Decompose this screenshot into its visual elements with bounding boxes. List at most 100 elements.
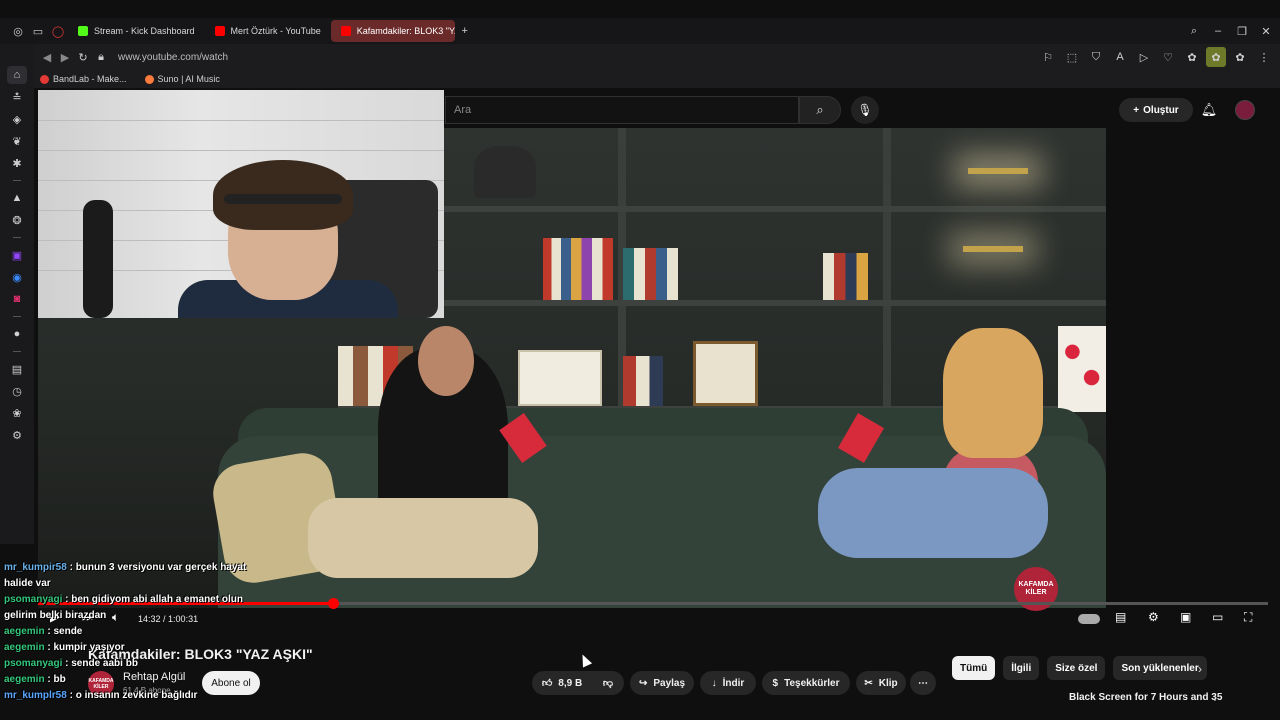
pet-icon[interactable]: ❦ — [7, 132, 27, 150]
books — [623, 248, 678, 300]
aria-icon[interactable]: ▲ — [7, 189, 27, 207]
thanks-icon: $ — [772, 677, 779, 689]
sidebar-divider — [13, 316, 21, 317]
share-icon: ↪ — [638, 677, 648, 689]
extensions-icon[interactable]: ❀ — [7, 404, 27, 422]
instagram-icon[interactable]: ◙ — [7, 290, 27, 308]
dislike-button[interactable]: 👎︎ — [592, 671, 624, 695]
bookmark-icon[interactable]: ⚐ — [1038, 47, 1058, 67]
reload-icon[interactable]: ↻ — [74, 51, 92, 64]
forward-icon[interactable]: ▶ — [56, 51, 74, 64]
guest-legs — [818, 468, 1048, 558]
theater-mode-icon[interactable]: ▭ — [1212, 610, 1223, 624]
bookmark-suno[interactable]: Suno | AI Music — [144, 74, 220, 84]
adblock-icon[interactable]: ⛉ — [1086, 47, 1106, 67]
host-head — [418, 326, 474, 396]
green-extension-icon[interactable]: ✿ — [1206, 47, 1226, 67]
extension-icon[interactable]: ✿ — [1182, 47, 1202, 67]
extension-icon-2[interactable]: ✿ — [1230, 47, 1250, 67]
chat-message: aegemin : kumpir yaşıyor — [4, 642, 125, 653]
more-icon: ⋯ — [918, 677, 928, 689]
microphone-icon: 🎙︎ — [857, 103, 873, 117]
opera-red-icon[interactable]: ◯ — [48, 21, 68, 41]
notifications-button[interactable]: 🔔︎ — [1197, 98, 1221, 122]
search-input[interactable]: Ara — [445, 96, 799, 124]
messenger-icon[interactable]: ◉ — [7, 268, 27, 286]
more-actions-button[interactable]: ⋯ — [910, 671, 936, 695]
chatgpt-icon[interactable]: ❂ — [7, 211, 27, 229]
chat-message: aegemin : bb — [4, 674, 66, 685]
tabs-icon[interactable]: ▤ — [7, 360, 27, 378]
video-menu-icon[interactable]: ⋮ — [1210, 692, 1220, 703]
play-icon[interactable]: ▷ — [1134, 47, 1154, 67]
address-bar-actions: ⚐ ⬚ ⛉ A ▷ ♡ ✿ ✿ ✿ ⋮ — [1038, 47, 1274, 67]
url-field[interactable]: www.youtube.com/watch — [118, 52, 228, 63]
history-icon[interactable]: ◷ — [7, 382, 27, 400]
home-icon[interactable]: ⌂ — [7, 66, 27, 84]
books — [623, 356, 663, 406]
bandlab-icon — [40, 74, 49, 84]
autoplay-toggle[interactable] — [1078, 614, 1100, 624]
chat-message: psomanyagi : ben gidiyom abi allah a ema… — [4, 594, 243, 621]
miniplayer-icon[interactable]: ▣ — [1180, 610, 1191, 624]
tab-kick-dashboard[interactable]: Stream - Kick Dashboard — [68, 20, 205, 42]
menu-icon[interactable]: ⋮ — [1254, 47, 1274, 67]
sidebar-divider — [13, 180, 21, 181]
shelf-lamp — [963, 246, 1023, 252]
browser-tab-bar: ◎ ▭ ◯ Stream - Kick Dashboard Mert Öztür… — [0, 18, 1280, 44]
guest-head — [943, 328, 1043, 458]
sidebar-divider — [13, 351, 21, 352]
settings-gear-icon[interactable]: ⚙ — [1148, 610, 1159, 624]
close-icon[interactable]: ✕ — [1256, 21, 1276, 41]
heart-icon[interactable]: ♡ — [1158, 47, 1178, 67]
music-icon[interactable]: ● — [7, 325, 27, 343]
bookmark-bandlab[interactable]: BandLab - Make... — [40, 74, 127, 84]
chevron-right-icon[interactable]: › — [1198, 662, 1202, 676]
tab-youtube-mert[interactable]: Mert Öztürk - YouTube — [205, 20, 331, 42]
chip-related[interactable]: İlgili — [1003, 656, 1040, 680]
search-tabs-icon[interactable]: ⌕ — [1184, 21, 1204, 41]
youtube-icon — [340, 26, 351, 36]
subtitles-icon[interactable]: ▤ — [1115, 610, 1126, 624]
search-button[interactable]: ⌕ — [799, 96, 841, 124]
youtube-icon — [214, 26, 225, 36]
account-avatar[interactable] — [1235, 100, 1255, 120]
minimize-icon[interactable]: – — [1208, 21, 1228, 41]
translate-icon[interactable]: A — [1110, 47, 1130, 67]
settings-icon[interactable]: ⚙ — [7, 426, 27, 444]
mouse-cursor-icon — [577, 652, 593, 668]
download-button[interactable]: ↓ İndir — [700, 671, 756, 695]
create-button[interactable]: + Oluştur — [1119, 98, 1193, 122]
crypto-icon[interactable]: ◈ — [7, 110, 27, 128]
shelf-divider — [883, 128, 891, 428]
fullscreen-icon[interactable]: ⛶ — [1244, 610, 1252, 625]
lock-icon: 🔒︎ — [98, 50, 104, 63]
like-button[interactable]: 👍︎ 8,9 B — [532, 671, 592, 695]
snapshot-icon[interactable]: ⬚ — [1062, 47, 1082, 67]
back-icon[interactable]: ◀ — [38, 51, 56, 64]
recommended-video-title[interactable]: Black Screen for 7 Hours and 35 — [1069, 692, 1222, 703]
books — [543, 238, 613, 300]
voice-search-button[interactable]: 🎙︎ — [851, 96, 879, 124]
tab-youtube-active[interactable]: Kafamdakiler: BLOK3 "YA — [330, 20, 455, 42]
clip-button[interactable]: ✂ Klip — [856, 671, 906, 695]
chip-all[interactable]: Tümü — [952, 656, 996, 680]
gaming-icon[interactable]: ▭ — [28, 21, 48, 41]
address-bar: ◀ ▶ ↻ 🔒︎ www.youtube.com/watch ⚐ ⬚ ⛉ A ▷… — [34, 44, 1280, 70]
chip-for-you[interactable]: Size özel — [1047, 656, 1106, 680]
thumbs-down-icon: 👎︎ — [602, 678, 614, 689]
books — [823, 253, 868, 300]
download-icon: ↓ — [711, 677, 717, 689]
opera-logo-icon[interactable]: ◎ — [8, 21, 28, 41]
youtube-header: Ara ⌕ 🎙︎ + Oluştur 🔔︎ — [445, 90, 1280, 128]
thanks-button[interactable]: $ Teşekkürler — [762, 671, 850, 695]
share-button[interactable]: ↪ Paylaş — [630, 671, 694, 695]
chip-recent[interactable]: Son yüklenenler — [1113, 656, 1207, 680]
restore-icon[interactable]: ❐ — [1232, 21, 1252, 41]
new-tab-icon[interactable]: + — [455, 21, 475, 41]
wallet-icon[interactable]: ≛ — [7, 88, 27, 106]
ai-icon[interactable]: ✱ — [7, 154, 27, 172]
art-canvas — [1058, 326, 1106, 412]
twitch-icon[interactable]: ▣ — [7, 246, 27, 264]
host-legs — [308, 498, 538, 578]
